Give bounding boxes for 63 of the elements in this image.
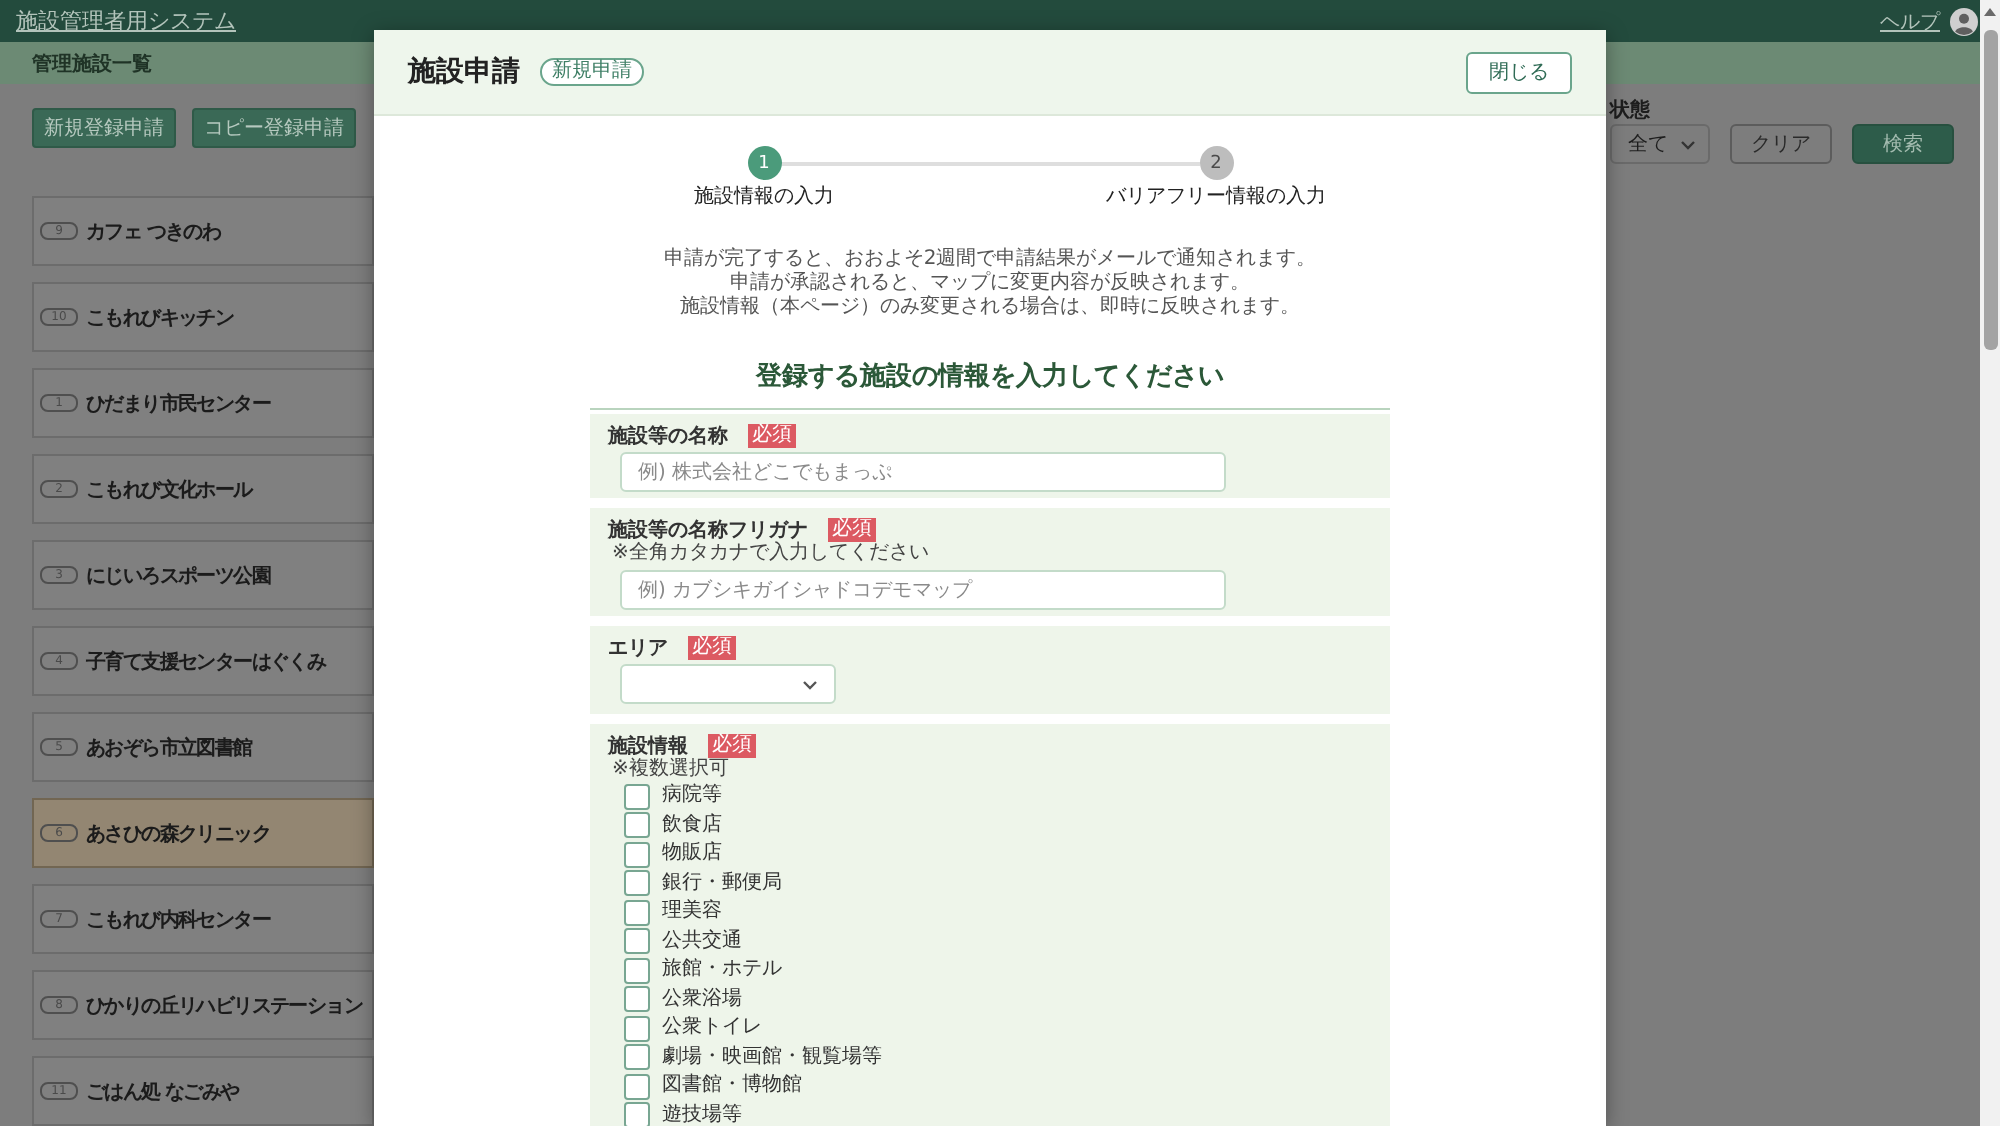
required-badge: 必須 <box>708 734 756 758</box>
modal-title: 施設申請 <box>408 54 520 90</box>
checkbox-label: 公衆トイレ <box>662 1016 762 1041</box>
step-circle: 2 <box>1199 146 1233 180</box>
close-button[interactable]: 閉じる <box>1466 51 1572 93</box>
form-title: 登録する施設の情報を入力してください <box>756 362 1224 392</box>
field-label: 施設等の名称フリガナ <box>608 517 808 542</box>
required-badge: 必須 <box>828 518 876 542</box>
checkbox-label: 飲食店 <box>662 813 722 838</box>
notice-text: 申請が承認されると、マップに変更内容が反映されます。 <box>728 272 1252 295</box>
checkbox[interactable] <box>624 783 650 810</box>
checkbox[interactable] <box>624 812 650 839</box>
help-link[interactable]: ヘルプ <box>1880 7 1940 36</box>
checkbox-label: 遊技場等 <box>662 1103 742 1126</box>
checkbox[interactable] <box>624 1015 650 1042</box>
notice-text: 施設情報（本ページ）のみ変更される場合は、即時に反映されます。 <box>678 296 1302 320</box>
checkbox[interactable] <box>624 841 650 868</box>
checkbox-label: 公共交通 <box>662 929 742 954</box>
field-label: エリア <box>608 636 668 662</box>
area-select[interactable] <box>620 664 836 704</box>
scrollbar-thumb[interactable] <box>1983 30 1997 350</box>
checkbox[interactable] <box>624 928 650 955</box>
checkbox[interactable] <box>624 1044 650 1071</box>
required-badge: 必須 <box>748 424 796 448</box>
field-note: ※全角カタカナで入力してください <box>612 542 929 566</box>
checkbox-label: 劇場・映画館・観覧場等 <box>662 1045 882 1070</box>
step-label: 施設情報の入力 <box>694 186 834 208</box>
step-label: バリアフリー情報の入力 <box>1106 186 1326 208</box>
field-label: 施設情報 <box>608 733 688 758</box>
checkbox[interactable] <box>624 870 650 897</box>
checkbox[interactable] <box>624 1073 650 1100</box>
step-circle: 1 <box>747 146 781 180</box>
notice-text: 申請が完了すると、おおよそ2週間で申請結果がメールで通知されます。 <box>661 248 1319 271</box>
user-icon[interactable] <box>1950 7 1978 36</box>
chevron-icon <box>802 679 818 689</box>
checkbox-label: 図書館・博物館 <box>662 1074 802 1099</box>
field-note: ※複数選択可 <box>612 758 729 782</box>
checkbox[interactable] <box>624 899 650 926</box>
filter-button[interactable]: クリア <box>1730 124 1832 164</box>
checkbox[interactable] <box>624 957 650 984</box>
text-input[interactable]: 例) カブシキガイシャドコデモマップ <box>620 570 1226 610</box>
checkbox-label: 理美容 <box>662 900 722 925</box>
text-input[interactable]: 例) 株式会社どこでもまっぷ <box>620 452 1226 492</box>
checkbox[interactable] <box>624 986 650 1013</box>
chevron-icon <box>1680 139 1696 149</box>
filter-label: 状態 <box>1610 100 1652 122</box>
checkbox-label: 銀行・郵便局 <box>662 871 782 896</box>
checkbox-label: 物販店 <box>662 842 722 867</box>
request-button[interactable]: コピー登録申請 <box>192 108 356 148</box>
checkbox[interactable] <box>624 1102 650 1126</box>
checkbox-label: 公衆浴場 <box>662 987 742 1012</box>
up-arrow-icon[interactable] <box>1984 8 1996 16</box>
required-badge: 必須 <box>688 636 736 660</box>
status-select[interactable]: 全て <box>1610 124 1710 164</box>
request-button[interactable]: 新規登録申請 <box>32 108 176 148</box>
system-title-link[interactable]: 施設管理者用システム <box>16 6 236 37</box>
scrollbar[interactable] <box>1980 0 2000 1126</box>
application-type-badge: 新規申請 <box>540 58 644 86</box>
page-title: 管理施設一覧 <box>32 51 152 78</box>
checkbox-label: 病院等 <box>662 784 722 809</box>
checkbox-label: 旅館・ホテル <box>662 958 782 983</box>
field-label: 施設等の名称 <box>608 423 728 450</box>
filter-button[interactable]: 検索 <box>1852 124 1954 164</box>
